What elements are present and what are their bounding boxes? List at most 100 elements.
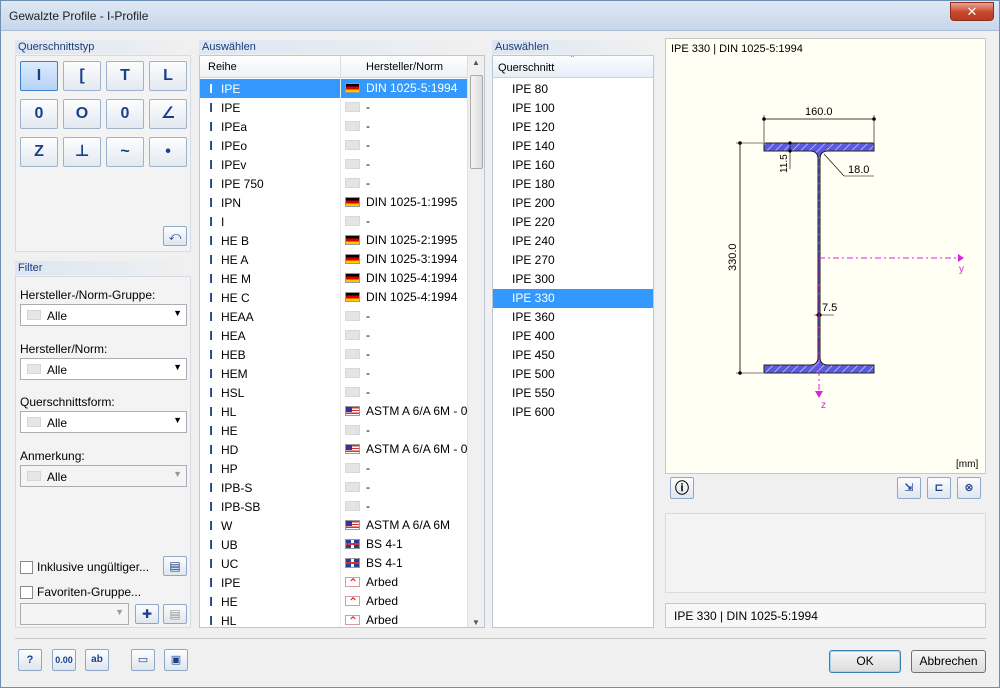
series-row[interactable]: I IPE - xyxy=(200,98,467,117)
series-row[interactable]: II - xyxy=(200,212,467,231)
section-row[interactable]: IPE 220 xyxy=(493,213,653,232)
text-format-button[interactable]: ab xyxy=(85,649,109,671)
series-row[interactable]: I HEM - xyxy=(200,364,467,383)
section-row[interactable]: IPE 450 xyxy=(493,346,653,365)
scroll-up-icon[interactable]: ▲ xyxy=(472,58,480,67)
series-row[interactable]: I HE A DIN 1025-3:1994 xyxy=(200,250,467,269)
series-row[interactable]: I HP - xyxy=(200,459,467,478)
flag-none-icon xyxy=(345,368,360,378)
series-row[interactable]: I HE B DIN 1025-2:1995 xyxy=(200,231,467,250)
manufacturer-select[interactable]: Alle ▼ xyxy=(20,358,187,380)
section-row[interactable]: IPE 400 xyxy=(493,327,653,346)
dot-type-button[interactable]: • xyxy=(149,137,187,167)
new-favorite-button[interactable]: ✚ xyxy=(135,604,159,624)
i-section-icon: I xyxy=(209,385,213,400)
series-row[interactable]: I HEB - xyxy=(200,345,467,364)
section-row[interactable]: IPE 500 xyxy=(493,365,653,384)
series-row[interactable]: I IPB-SB - xyxy=(200,497,467,516)
number-format-button[interactable]: 0.00 xyxy=(52,649,76,671)
oval-hollow-type-button[interactable]: 0 xyxy=(106,99,144,129)
series-row[interactable]: I HD ASTM A 6/A 6M - 0 xyxy=(200,440,467,459)
help-button[interactable]: ? xyxy=(18,649,42,671)
t-profile-type-button[interactable]: T xyxy=(106,61,144,91)
open-file-button[interactable]: ▭ xyxy=(131,649,155,671)
section-row[interactable]: IPE 240 xyxy=(493,232,653,251)
c-profile-type-button[interactable]: [ xyxy=(63,61,101,91)
series-row[interactable]: I IPEa - xyxy=(200,117,467,136)
series-row[interactable]: I HEAA - xyxy=(200,307,467,326)
z-profile-type-button[interactable]: Z xyxy=(20,137,58,167)
flag-none-icon xyxy=(345,349,360,359)
section-row[interactable]: IPE 270 xyxy=(493,251,653,270)
scroll-down-icon[interactable]: ▼ xyxy=(472,618,480,627)
series-row[interactable]: I IPEo - xyxy=(200,136,467,155)
section-row[interactable]: IPE 360 xyxy=(493,308,653,327)
l-profile-type-button[interactable]: L xyxy=(149,61,187,91)
series-row[interactable]: I HE M DIN 1025-4:1994 xyxy=(200,269,467,288)
flag-us-icon xyxy=(345,520,360,530)
series-row[interactable]: I IPEv - xyxy=(200,155,467,174)
favorites-select[interactable]: ▼ xyxy=(20,603,129,625)
invalid-options-button[interactable]: ▤ xyxy=(163,556,187,576)
series-row[interactable]: I HE Arbed xyxy=(200,592,467,611)
col-series-header[interactable]: Reihe xyxy=(208,61,237,73)
i-section-icon: I xyxy=(209,499,213,514)
section-row[interactable]: IPE 200 xyxy=(493,194,653,213)
series-row[interactable]: I HEA - xyxy=(200,326,467,345)
section-row[interactable]: IPE 180 xyxy=(493,175,653,194)
round-hollow-type-button[interactable]: O xyxy=(63,99,101,129)
section-row[interactable]: IPE 550 xyxy=(493,384,653,403)
section-row[interactable]: IPE 80 xyxy=(493,80,653,99)
close-button[interactable]: ✕ xyxy=(950,2,994,21)
rail-type-button[interactable]: ⊥ xyxy=(63,137,101,167)
section-row[interactable]: IPE 300 xyxy=(493,270,653,289)
angle-type-button[interactable]: ∠ xyxy=(149,99,187,129)
series-row[interactable]: I IPE 750 - xyxy=(200,174,467,193)
series-norm: - xyxy=(366,176,370,190)
series-norm: - xyxy=(366,328,370,342)
section-list[interactable]: Querschnitt ⌃ IPE 80 IPE 100 IPE 120 IPE 14… xyxy=(492,55,654,628)
series-row[interactable]: I UC BS 4-1 xyxy=(200,554,467,573)
favorites-checkbox[interactable] xyxy=(20,586,33,599)
series-row[interactable]: I UB BS 4-1 xyxy=(200,535,467,554)
reset-type-button[interactable]: ⤺ xyxy=(163,226,187,246)
section-row[interactable]: IPE 120 xyxy=(493,118,653,137)
series-row[interactable]: I IPB-S - xyxy=(200,478,467,497)
i-profile-type-button[interactable]: I xyxy=(20,61,58,91)
series-row[interactable]: I IPE DIN 1025-5:1994 xyxy=(200,79,467,98)
cancel-button[interactable]: Abbrechen xyxy=(911,650,986,673)
series-row[interactable]: I HE - xyxy=(200,421,467,440)
section-row[interactable]: IPE 330 xyxy=(493,289,653,308)
series-row[interactable]: I IPE Arbed xyxy=(200,573,467,592)
series-list[interactable]: Reihe Hersteller/Norm I IPE DIN 1025-5:199… xyxy=(199,55,485,628)
section-row[interactable]: IPE 100 xyxy=(493,99,653,118)
section-row[interactable]: IPE 160 xyxy=(493,156,653,175)
series-scrollbar[interactable]: ▲ ▼ xyxy=(467,56,484,627)
series-row[interactable]: I W ASTM A 6/A 6M xyxy=(200,516,467,535)
edit-favorite-button[interactable]: ▤ xyxy=(163,604,187,624)
series-scroll-thumb[interactable] xyxy=(470,75,483,169)
info-button[interactable]: ⓘ xyxy=(670,477,694,499)
wave-type-button[interactable]: ~ xyxy=(106,137,144,167)
series-row[interactable]: I HL ASTM A 6/A 6M - 0 xyxy=(200,402,467,421)
rect-hollow-type-button[interactable]: 0 xyxy=(20,99,58,129)
series-row[interactable]: I HL Arbed xyxy=(200,611,467,627)
ok-button[interactable]: OK xyxy=(829,650,901,673)
axes-button[interactable]: ⊏ xyxy=(927,477,951,499)
dimension-button[interactable]: ⇲ xyxy=(897,477,921,499)
include-invalid-checkbox[interactable] xyxy=(20,561,33,574)
section-row[interactable]: IPE 140 xyxy=(493,137,653,156)
manufacturer-group-select[interactable]: Alle ▼ xyxy=(20,304,187,326)
col-norm-header[interactable]: Hersteller/Norm xyxy=(366,61,443,73)
series-norm: - xyxy=(366,214,370,228)
series-row[interactable]: I HE C DIN 1025-4:1994 xyxy=(200,288,467,307)
series-row[interactable]: I IPN DIN 1025-1:1995 xyxy=(200,193,467,212)
series-row[interactable]: I HSL - xyxy=(200,383,467,402)
shape-select[interactable]: Alle ▼ xyxy=(20,411,187,433)
section-row[interactable]: IPE 600 xyxy=(493,403,653,422)
section-list-header[interactable]: Querschnitt ⌃ xyxy=(493,56,653,78)
note-select[interactable]: Alle ▼ xyxy=(20,465,187,487)
zoom-reset-button[interactable]: ⊗ xyxy=(957,477,981,499)
i-section-icon: I xyxy=(209,328,213,343)
save-file-button[interactable]: ▣ xyxy=(164,649,188,671)
